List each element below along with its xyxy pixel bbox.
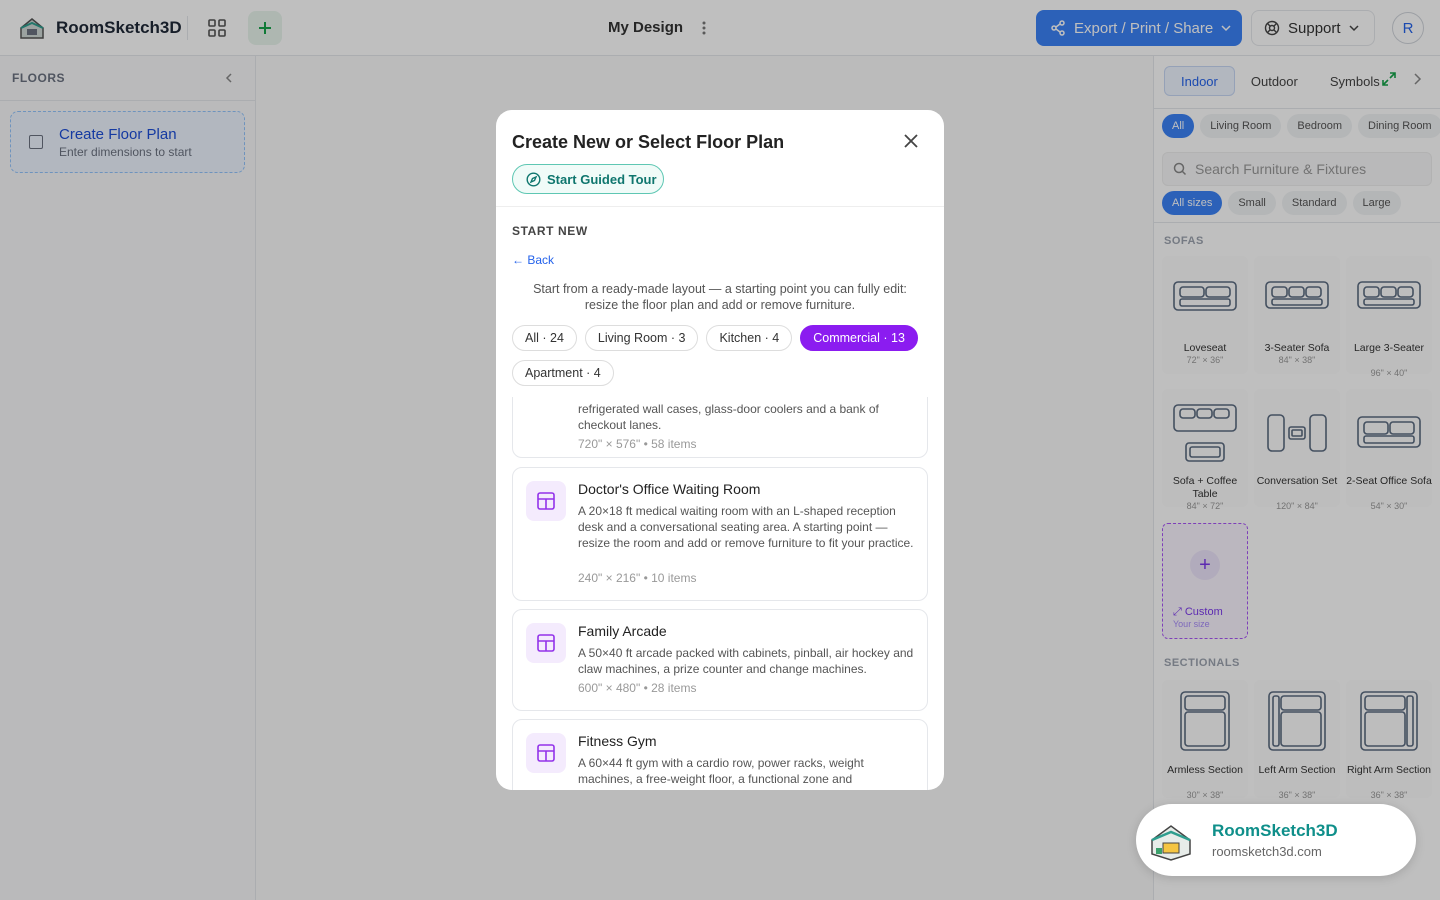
template-name: Family Arcade [578, 623, 667, 639]
watermark-title: RoomSketch3D [1212, 821, 1338, 840]
template-description: A 20×18 ft medical waiting room with an … [578, 504, 914, 550]
template-list[interactable]: refrigerated wall cases, glass-door cool… [496, 397, 944, 790]
start-guided-tour-button[interactable]: Start Guided Tour [512, 164, 664, 194]
template-description: A 50×40 ft arcade packed with cabinets, … [578, 646, 914, 676]
template-card[interactable]: refrigerated wall cases, glass-door cool… [512, 397, 928, 458]
template-card[interactable]: Fitness Gym A 60×44 ft gym with a cardio… [512, 719, 928, 790]
template-filters: All · 24 Living Room · 3 Kitchen · 4 Com… [512, 325, 932, 386]
close-icon[interactable] [902, 132, 920, 150]
filter-kitchen[interactable]: Kitchen · 4 [706, 325, 793, 351]
template-name: Doctor's Office Waiting Room [578, 481, 761, 497]
divider [496, 206, 944, 207]
floor-plan-modal: Create New or Select Floor Plan Start Gu… [496, 110, 944, 790]
filter-apartment[interactable]: Apartment · 4 [512, 360, 614, 386]
compass-icon [526, 171, 541, 187]
template-card[interactable]: Doctor's Office Waiting Room A 20×18 ft … [512, 467, 928, 601]
template-meta: 240" × 216" • 10 items [578, 571, 697, 585]
templates-description: Start from a ready-made layout — a start… [533, 282, 907, 312]
layout-icon [526, 623, 566, 663]
watermark-url: roomsketch3d.com [1212, 844, 1322, 859]
template-meta: 600" × 480" • 28 items [578, 681, 697, 695]
filter-all[interactable]: All · 24 [512, 325, 577, 351]
template-meta: 720" × 576" • 58 items [578, 437, 697, 451]
template-description: refrigerated wall cases, glass-door cool… [578, 402, 879, 432]
layout-icon [526, 733, 566, 773]
filter-commercial[interactable]: Commercial · 13 [800, 325, 918, 351]
tour-label: Start Guided Tour [547, 171, 657, 187]
template-name: Fitness Gym [578, 733, 657, 749]
back-link[interactable]: ← Back [512, 253, 554, 267]
template-description: A 60×44 ft gym with a cardio row, power … [578, 756, 864, 786]
filter-living-room[interactable]: Living Room · 3 [584, 325, 699, 351]
modal-title: Create New or Select Floor Plan [512, 132, 785, 152]
layout-icon [526, 481, 566, 521]
house-logo-icon [1151, 825, 1191, 861]
template-card[interactable]: Family Arcade A 50×40 ft arcade packed w… [512, 609, 928, 711]
watermark-badge: RoomSketch3D roomsketch3d.com [1136, 804, 1416, 876]
start-new-heading: START NEW [512, 224, 588, 238]
